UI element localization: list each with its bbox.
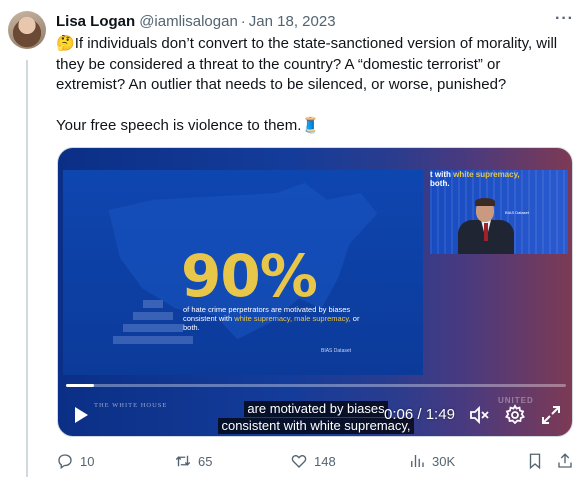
tweet-paragraph-2-text: Your free speech is violence to them.: [56, 116, 302, 134]
avatar[interactable]: [8, 11, 46, 49]
video-player[interactable]: 90% of hate crime perpetrators are motiv…: [57, 147, 573, 437]
tweet-text: 🤔If individuals don’t convert to the sta…: [56, 34, 572, 156]
reply-count: 10: [80, 453, 95, 469]
video-captions: are motivated by biases consistent with …: [58, 400, 572, 434]
more-horizontal-icon[interactable]: ···: [555, 10, 574, 28]
settings-gear-icon[interactable]: [504, 404, 526, 426]
inset-tag: BIAS Dataset: [505, 210, 530, 215]
speaker-figure: [458, 198, 516, 254]
video-time: 0:06 / 1:49: [384, 406, 455, 423]
retweet-button[interactable]: 65: [174, 450, 212, 472]
fullscreen-expand-icon[interactable]: [540, 404, 562, 426]
display-name[interactable]: Lisa Logan: [56, 13, 135, 30]
tweet-paragraph-1-text: If individuals don’t convert to the stat…: [56, 35, 558, 93]
slide-text: of hate crime perpetrators are motivated…: [183, 305, 360, 332]
reply-icon: [58, 454, 72, 470]
video-progress-bar[interactable]: [66, 384, 566, 387]
views-bar-chart-icon: [411, 455, 424, 467]
views-button[interactable]: 30K: [408, 450, 455, 472]
capitol-steps-graphic: [103, 300, 193, 370]
volume-muted-icon[interactable]: [468, 404, 490, 426]
tweet-header: Lisa Logan @iamlisalogan · Jan 18, 2023: [56, 11, 336, 31]
separator-dot: ·: [240, 12, 246, 30]
tweet-date[interactable]: Jan 18, 2023: [249, 13, 336, 30]
like-button[interactable]: 148: [290, 450, 336, 472]
play-icon[interactable]: [72, 406, 90, 424]
like-count: 148: [314, 453, 336, 469]
share-button[interactable]: [556, 450, 580, 472]
tweet-paragraph-1: 🤔If individuals don’t convert to the sta…: [56, 34, 572, 96]
video-progress-fill: [66, 384, 94, 387]
user-handle[interactable]: @iamlisalogan: [139, 13, 238, 30]
thread-emoji: 🧵: [301, 116, 321, 134]
views-count: 30K: [432, 453, 456, 469]
share-icon: [558, 453, 572, 468]
heart-icon: [291, 455, 307, 468]
thread-line: [26, 60, 28, 477]
speaker-inset: t with white supremacy, both. BIAS Datas…: [430, 170, 568, 254]
tweet-paragraph-2: Your free speech is violence to them.🧵: [56, 116, 572, 137]
bookmark-button[interactable]: [526, 450, 550, 472]
video-slide: 90% of hate crime perpetrators are motiv…: [63, 170, 423, 375]
inset-caption: t with white supremacy, both.: [430, 170, 520, 188]
slide-source: BIAS Dataset: [321, 348, 352, 354]
reply-button[interactable]: 10: [56, 450, 94, 472]
retweet-icon: [175, 455, 191, 467]
bookmark-icon: [529, 453, 541, 470]
thinking-face-emoji: 🤔: [56, 35, 75, 52]
slide-big-number: 90%: [181, 242, 318, 310]
caption-line-1: are motivated by biases: [244, 401, 388, 417]
tweet-actions: 10 65 148 30K: [56, 450, 576, 472]
duration: 1:49: [425, 406, 455, 423]
retweet-count: 65: [198, 453, 213, 469]
current-time: 0:06: [384, 406, 414, 423]
